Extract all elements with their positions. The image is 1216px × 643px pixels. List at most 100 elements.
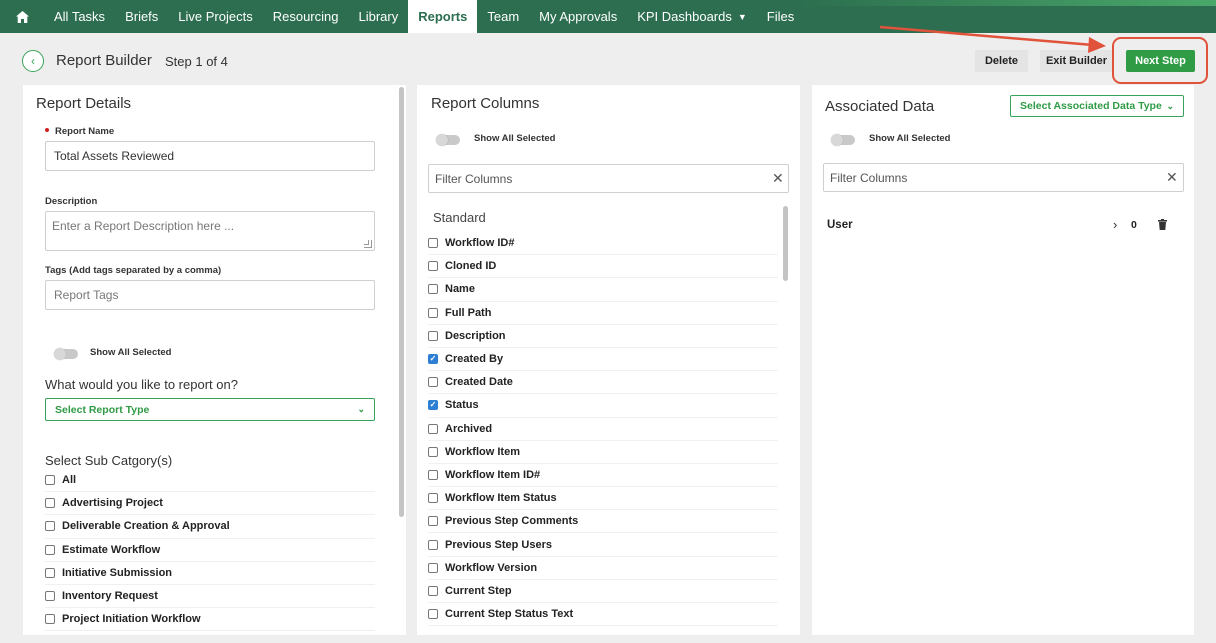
sub-category-label: All — [62, 474, 77, 487]
delete-button[interactable]: Delete — [975, 50, 1028, 72]
column-label: Cloned ID — [445, 260, 497, 273]
column-label: Archived — [445, 422, 493, 435]
checkbox-checked[interactable]: ✓ — [428, 354, 438, 365]
list-item[interactable]: Current Step Status Text — [428, 603, 778, 627]
tags-label: Tags (Add tags separated by a comma) — [45, 265, 222, 276]
checkbox[interactable] — [45, 475, 55, 486]
list-item[interactable]: Cloned ID — [428, 255, 778, 279]
list-item[interactable]: Archived — [428, 418, 778, 441]
checkbox-checked[interactable]: ✓ — [428, 400, 438, 411]
close-icon[interactable]: ✕ — [772, 170, 784, 187]
checkbox[interactable] — [428, 423, 438, 434]
list-item[interactable]: Description — [428, 325, 778, 348]
checkbox[interactable] — [428, 238, 438, 249]
nav-live-projects[interactable]: Live Projects — [168, 0, 262, 33]
columns-scrollbar[interactable] — [783, 206, 788, 281]
report-type-select-label: Select Report Type — [55, 403, 150, 416]
nav-briefs[interactable]: Briefs — [115, 0, 168, 33]
column-label: Description — [445, 329, 506, 342]
checkbox[interactable] — [428, 493, 438, 504]
nav-all-tasks[interactable]: All Tasks — [44, 0, 115, 33]
checkbox[interactable] — [45, 544, 55, 555]
filter-columns-input[interactable]: Filter Columns — [823, 163, 1184, 192]
list-item[interactable]: Workflow Item Status — [428, 487, 778, 511]
list-item[interactable]: Previous Step Comments — [428, 510, 778, 534]
report-name-input[interactable]: Total Assets Reviewed — [45, 141, 375, 171]
filter-columns-input[interactable]: Filter Columns — [428, 164, 789, 193]
description-textarea[interactable]: Enter a Report Description here ... — [45, 211, 375, 251]
column-label: Workflow Item Status — [445, 492, 557, 505]
list-item[interactable]: Workflow Version — [428, 557, 778, 580]
checkbox[interactable] — [45, 521, 55, 532]
list-item[interactable]: Inventory Request — [45, 585, 375, 609]
checkbox[interactable] — [428, 562, 438, 573]
column-label: Workflow Item — [445, 445, 520, 458]
list-item[interactable]: Workflow ID# — [428, 232, 778, 256]
list-item[interactable]: ✓ Created By — [428, 348, 778, 372]
resize-handle-icon[interactable] — [364, 240, 372, 248]
nav-kpi-dashboards-label: KPI Dashboards — [637, 9, 732, 24]
list-item[interactable]: ✓ Status — [428, 394, 778, 418]
checkbox[interactable] — [428, 261, 438, 272]
list-item[interactable]: Previous Step Users — [428, 533, 778, 557]
nav-my-approvals[interactable]: My Approvals — [529, 0, 627, 33]
user-count: 0 — [1131, 219, 1137, 231]
trash-icon[interactable] — [1158, 219, 1167, 230]
report-columns-panel: Report Columns Show All Selected Filter … — [417, 85, 800, 635]
list-item[interactable]: Workflow Item ID# — [428, 464, 778, 488]
list-item[interactable]: Estimate Workflow — [45, 539, 375, 562]
description-label: Description — [45, 196, 98, 207]
back-arrow-icon[interactable]: ‹ — [22, 50, 44, 72]
chevron-right-icon[interactable]: › — [1113, 217, 1117, 232]
list-item[interactable]: Advertising Project — [45, 492, 375, 516]
list-item[interactable]: Deliverable Creation & Approval — [45, 515, 375, 539]
home-icon[interactable] — [0, 0, 44, 33]
nav-library[interactable]: Library — [348, 0, 408, 33]
tags-input[interactable]: Report Tags — [45, 280, 375, 310]
checkbox[interactable] — [45, 567, 55, 578]
list-item[interactable]: Name — [428, 278, 778, 302]
user-row-label[interactable]: User — [827, 219, 853, 231]
checkbox[interactable] — [428, 284, 438, 295]
sub-category-label: Inventory Request — [62, 590, 158, 603]
associated-data-type-select[interactable]: Select Associated Data Type ⌄ — [1010, 95, 1184, 117]
checkbox[interactable] — [428, 609, 438, 620]
checkbox[interactable] — [428, 585, 438, 596]
list-item[interactable]: Created Date — [428, 371, 778, 395]
checkbox[interactable] — [428, 330, 438, 341]
checkbox[interactable] — [45, 498, 55, 509]
report-details-heading: Report Details — [36, 95, 132, 112]
checkbox[interactable] — [428, 516, 438, 527]
checkbox[interactable] — [45, 614, 55, 625]
checkbox[interactable] — [428, 446, 438, 457]
list-item[interactable]: All — [45, 469, 375, 493]
column-label: Workflow Version — [445, 561, 538, 574]
close-icon[interactable]: ✕ — [1166, 169, 1178, 186]
left-panel-scrollbar[interactable] — [399, 87, 404, 517]
sub-category-label: Initiative Submission — [62, 566, 173, 579]
exit-builder-button[interactable]: Exit Builder — [1040, 50, 1113, 72]
nav-team[interactable]: Team — [477, 0, 529, 33]
checkbox[interactable] — [428, 377, 438, 388]
nav-kpi-dashboards[interactable]: KPI Dashboards ▼ — [627, 0, 757, 33]
list-item[interactable]: Initiative Submission — [45, 562, 375, 585]
show-all-selected-toggle[interactable] — [831, 134, 855, 146]
report-type-select[interactable]: Select Report Type ⌄ — [45, 398, 375, 421]
checkbox[interactable] — [428, 539, 438, 550]
column-label: Full Path — [445, 306, 492, 319]
list-item[interactable]: Workflow Item — [428, 441, 778, 464]
show-all-selected-toggle[interactable] — [54, 348, 78, 360]
columns-list: Workflow ID# Cloned ID Name Full Path De… — [428, 232, 778, 627]
nav-files[interactable]: Files — [757, 0, 804, 33]
checkbox[interactable] — [428, 469, 438, 480]
list-item[interactable]: Project Initiation Workflow — [45, 608, 375, 632]
show-all-selected-toggle[interactable] — [436, 134, 460, 146]
next-step-button[interactable]: Next Step — [1126, 50, 1195, 72]
list-item[interactable]: Full Path — [428, 302, 778, 325]
column-label: Current Step Status Text — [445, 608, 574, 621]
list-item[interactable]: Current Step — [428, 580, 778, 603]
nav-reports[interactable]: Reports — [408, 0, 478, 33]
checkbox[interactable] — [45, 591, 55, 602]
nav-resourcing[interactable]: Resourcing — [263, 0, 349, 33]
checkbox[interactable] — [428, 307, 438, 318]
